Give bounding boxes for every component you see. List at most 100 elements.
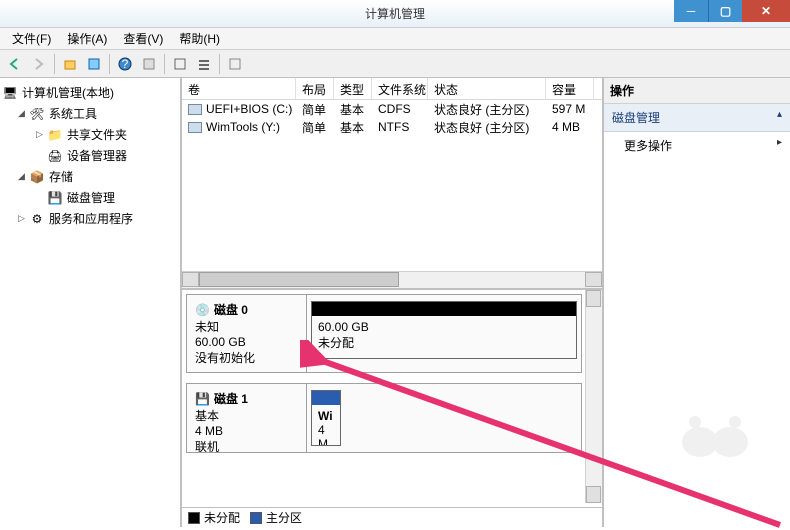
disk1-part-size: 4 M xyxy=(318,423,334,446)
tree-diskmgmt-label: 磁盘管理 xyxy=(67,189,115,206)
scroll-up-button[interactable] xyxy=(586,290,601,307)
vol-fs: CDFS xyxy=(372,102,428,116)
scroll-left-button[interactable] xyxy=(182,272,199,287)
disk0-state: 未知 xyxy=(195,318,298,335)
disk1-part-name: Wi xyxy=(318,409,334,423)
tree-systools-label: 系统工具 xyxy=(49,105,97,122)
vertical-scrollbar[interactable] xyxy=(585,290,602,503)
vol-status: 状态良好 (主分区) xyxy=(428,119,546,136)
legend-primary: 主分区 xyxy=(266,509,302,526)
vol-fs: NTFS xyxy=(372,120,428,134)
col-type[interactable]: 类型 xyxy=(334,78,372,99)
disk-icon: 💾 xyxy=(195,392,210,406)
col-layout[interactable]: 布局 xyxy=(296,78,334,99)
minimize-button[interactable]: ─ xyxy=(674,0,708,22)
col-filesystem[interactable]: 文件系统 xyxy=(372,78,428,99)
vol-type: 基本 xyxy=(334,119,372,136)
disk0-part-state: 未分配 xyxy=(318,334,570,351)
disk0-part-size: 60.00 GB xyxy=(318,320,570,334)
vol-name: UEFI+BIOS (C:) xyxy=(206,102,292,116)
tree-disk-management[interactable]: 💾 磁盘管理 xyxy=(2,187,178,208)
legend-unallocated: 未分配 xyxy=(204,509,240,526)
menu-file[interactable]: 文件(F) xyxy=(4,28,59,49)
disk-icon: 💾 xyxy=(47,190,63,206)
disk-1-block[interactable]: 💾 磁盘 1 基本 4 MB 联机 Wi 4 M 状 xyxy=(186,383,582,453)
legend-unallocated-swatch xyxy=(188,512,200,524)
tree-root[interactable]: 🖥 计算机管理(本地) xyxy=(2,82,178,103)
computer-icon: 🖥 xyxy=(2,85,18,101)
menu-help[interactable]: 帮助(H) xyxy=(171,28,228,49)
vol-cap: 597 M xyxy=(546,102,594,116)
expand-icon[interactable]: ▷ xyxy=(16,213,27,224)
drive-icon xyxy=(188,122,202,133)
actions-pane: 操作 磁盘管理 更多操作 xyxy=(604,78,790,527)
menu-view[interactable]: 查看(V) xyxy=(115,28,171,49)
forward-button[interactable] xyxy=(28,53,50,75)
collapse-icon[interactable]: ◢ xyxy=(16,108,27,119)
scroll-thumb[interactable] xyxy=(199,272,399,287)
col-status[interactable]: 状态 xyxy=(428,78,546,99)
disk1-state: 联机 xyxy=(195,438,298,455)
close-button[interactable]: ✕ xyxy=(742,0,790,22)
tools-icon: 🛠 xyxy=(29,106,45,122)
up-button[interactable] xyxy=(59,53,81,75)
collapse-icon[interactable]: ◢ xyxy=(16,171,27,182)
disk1-type: 基本 xyxy=(195,407,298,424)
toolbar-icon-2[interactable] xyxy=(138,53,160,75)
refresh-icon[interactable] xyxy=(169,53,191,75)
tree-shared-folders[interactable]: ▷ 📁 共享文件夹 xyxy=(2,124,178,145)
actions-header: 操作 xyxy=(604,78,790,104)
device-icon: 🖨 xyxy=(47,148,63,164)
actions-section[interactable]: 磁盘管理 xyxy=(604,104,790,132)
menu-action[interactable]: 操作(A) xyxy=(59,28,115,49)
actions-more[interactable]: 更多操作 xyxy=(604,132,790,159)
help-icon[interactable]: ? xyxy=(114,53,136,75)
disk0-title: 磁盘 0 xyxy=(214,301,248,318)
vol-name: WimTools (Y:) xyxy=(206,120,280,134)
primary-stripe xyxy=(312,391,340,405)
tree-storage[interactable]: ◢ 📦 存储 xyxy=(2,166,178,187)
window-title: 计算机管理 xyxy=(0,5,790,22)
vol-layout: 简单 xyxy=(296,119,334,136)
col-volume[interactable]: 卷 xyxy=(182,78,296,99)
tree-devmgr-label: 设备管理器 xyxy=(67,147,127,164)
col-capacity[interactable]: 容量 xyxy=(546,78,594,99)
storage-icon: 📦 xyxy=(29,169,45,185)
legend-primary-swatch xyxy=(250,512,262,524)
disk1-title: 磁盘 1 xyxy=(214,390,248,407)
disk1-size: 4 MB xyxy=(195,424,298,438)
volume-row[interactable]: UEFI+BIOS (C:) 简单 基本 CDFS 状态良好 (主分区) 597… xyxy=(182,100,602,118)
disk0-init: 没有初始化 xyxy=(195,349,298,366)
scroll-down-button[interactable] xyxy=(586,486,601,503)
toolbar: ? xyxy=(0,50,790,78)
tree-storage-label: 存储 xyxy=(49,168,73,185)
maximize-button[interactable]: ▢ xyxy=(708,0,742,22)
scroll-right-button[interactable] xyxy=(585,272,602,287)
tree-services-label: 服务和应用程序 xyxy=(49,210,133,227)
tree-system-tools[interactable]: ◢ 🛠 系统工具 xyxy=(2,103,178,124)
back-button[interactable] xyxy=(4,53,26,75)
tree-services[interactable]: ▷ ⚙ 服务和应用程序 xyxy=(2,208,178,229)
disk0-size: 60.00 GB xyxy=(195,335,298,349)
disk-0-block[interactable]: 💿 磁盘 0 未知 60.00 GB 没有初始化 60.00 GB 未分配 xyxy=(186,294,582,373)
folder-icon: 📁 xyxy=(47,127,63,143)
unallocated-stripe xyxy=(312,302,576,316)
menu-bar: 文件(F) 操作(A) 查看(V) 帮助(H) xyxy=(0,28,790,50)
expand-icon[interactable]: ▷ xyxy=(34,129,45,140)
drive-icon xyxy=(188,104,202,115)
navigation-tree: 🖥 计算机管理(本地) ◢ 🛠 系统工具 ▷ 📁 共享文件夹 🖨 设备管理器 ◢… xyxy=(0,78,182,527)
vol-cap: 4 MB xyxy=(546,120,594,134)
services-icon: ⚙ xyxy=(29,211,45,227)
tree-device-manager[interactable]: 🖨 设备管理器 xyxy=(2,145,178,166)
vol-type: 基本 xyxy=(334,101,372,118)
disk1-partition[interactable]: Wi 4 M 状 xyxy=(311,390,341,446)
toolbar-icon-1[interactable] xyxy=(83,53,105,75)
legend: 未分配 主分区 xyxy=(182,507,602,527)
disk-icon: 💿 xyxy=(195,303,210,317)
volume-row[interactable]: WimTools (Y:) 简单 基本 NTFS 状态良好 (主分区) 4 MB xyxy=(182,118,602,136)
horizontal-scrollbar[interactable] xyxy=(182,271,602,288)
toolbar-icon-3[interactable] xyxy=(224,53,246,75)
list-icon[interactable] xyxy=(193,53,215,75)
tree-root-label: 计算机管理(本地) xyxy=(22,84,114,101)
disk0-partition[interactable]: 60.00 GB 未分配 xyxy=(311,301,577,359)
